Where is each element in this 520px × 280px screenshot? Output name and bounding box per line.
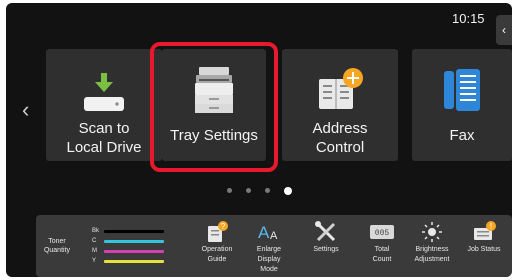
page-dot[interactable] [226, 188, 232, 193]
tool-label: Settings [313, 246, 339, 253]
tile-label: Address [312, 120, 368, 137]
clock: 10:15 [452, 11, 485, 26]
counter-text: 005 [375, 229, 390, 238]
total-count-button[interactable]: 005 Total Count [356, 219, 408, 265]
enlarge-display-mode-button[interactable]: A A Enlarge Display Mode [243, 219, 295, 275]
svg-text:A: A [258, 223, 270, 242]
chevron-left-icon: ‹ [502, 23, 506, 37]
operation-guide-button[interactable]: ? Operation Guide [191, 219, 243, 265]
toner-level-bar [104, 260, 164, 263]
toner-row-c: C [92, 238, 164, 244]
job-status-button[interactable]: ! Job Status [458, 219, 510, 255]
toner-channel-label: Y [92, 258, 97, 264]
tool-label: Mode [260, 266, 278, 273]
tool-label: Display [257, 256, 281, 263]
settings-button[interactable]: Settings [300, 219, 352, 255]
tile-label: Local Drive [66, 139, 142, 156]
toner-channel-label: C [92, 238, 97, 244]
toner-row-bk: Bk [92, 228, 164, 234]
toner-channel-label: M [92, 248, 97, 254]
toner-channel-label: Bk [92, 228, 100, 234]
toner-label: Toner Quantity [40, 237, 74, 255]
tile-label: Scan to [78, 120, 130, 137]
carousel-prev-button[interactable]: ‹ [22, 97, 29, 123]
tool-label: Brightness [415, 246, 449, 253]
chevron-left-icon: ‹ [22, 97, 30, 122]
tile-fax[interactable]: Fax [412, 49, 512, 161]
selected-tile-highlight [150, 42, 278, 172]
counter-icon: 005 [356, 219, 408, 245]
toner-level-bar [104, 240, 164, 243]
tool-label: Enlarge [256, 246, 282, 253]
toner-level-bar [104, 230, 164, 233]
wrench-screwdriver-icon [300, 219, 352, 245]
text-enlarge-icon: A A [243, 219, 295, 245]
brightness-adjustment-button[interactable]: Brightness Adjustment [406, 219, 458, 265]
tile-address-control[interactable]: Address Control [282, 49, 398, 161]
fax-phone-icon [412, 67, 512, 113]
job-status-badge: ! [490, 222, 492, 231]
tile-scan-to-local-drive[interactable]: Scan to Local Drive [46, 49, 162, 161]
tool-label: Job Status [467, 246, 501, 253]
book-help-icon: ? [191, 219, 243, 245]
job-status-icon: ! [458, 219, 510, 245]
side-panel-toggle[interactable]: ‹ [496, 15, 512, 45]
toner-row-m: M [92, 248, 164, 254]
tool-label: Total [374, 246, 390, 253]
svg-text:A: A [270, 230, 278, 242]
toner-level-bar [104, 250, 164, 253]
system-toolbar: Toner Quantity Bk C M Y ? Operation Guid… [36, 215, 512, 277]
tile-label: Fax [449, 127, 475, 144]
tile-label: Control [315, 139, 365, 156]
toner-label-line2: Quantity [43, 247, 71, 254]
tool-label: Operation [201, 246, 233, 253]
brightness-icon [406, 219, 458, 245]
tool-label: Count [372, 256, 392, 263]
home-tiles: Scan to Local Drive Tray Settings Addres… [46, 49, 512, 165]
toner-row-y: Y [92, 258, 164, 264]
download-scanner-icon [46, 71, 162, 115]
operation-panel-screen: 10:15 ‹ ‹ Scan to Local Drive Tray Setti… [6, 3, 512, 277]
address-book-icon [282, 67, 398, 113]
page-indicator [6, 187, 512, 195]
page-dot-active[interactable] [283, 187, 292, 195]
page-dot[interactable] [245, 188, 251, 193]
tool-label: Guide [207, 256, 227, 263]
toner-label-line1: Toner [48, 238, 66, 245]
page-dot[interactable] [264, 188, 270, 193]
svg-text:?: ? [221, 222, 226, 231]
tool-label: Adjustment [414, 256, 450, 263]
